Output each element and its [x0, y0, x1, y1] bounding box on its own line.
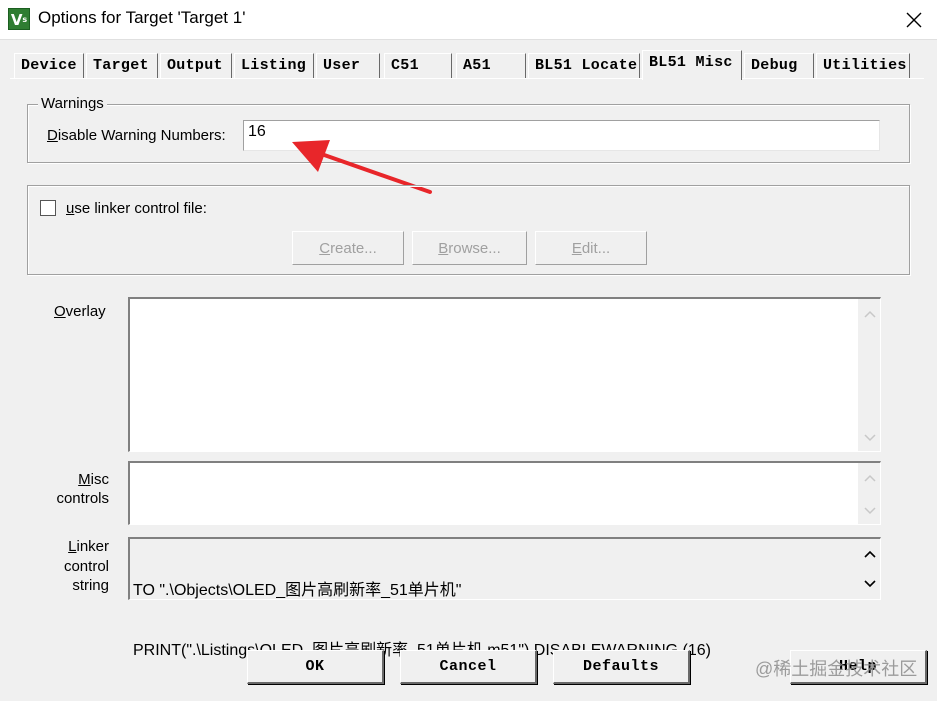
linker-scroll-down-icon[interactable] — [863, 577, 877, 591]
tab-user[interactable]: User — [316, 53, 380, 78]
overlay-textarea[interactable] — [128, 297, 881, 452]
use-linker-control-file-checkbox[interactable] — [40, 200, 56, 216]
use-linker-control-file-label: use linker control file: — [66, 200, 207, 217]
tab-output[interactable]: Output — [160, 53, 232, 78]
disable-warning-numbers-label: Disable Warning Numbers: — [47, 127, 226, 144]
misc-scroll-up-icon[interactable] — [863, 471, 877, 485]
tab-c51[interactable]: C51 — [384, 53, 452, 78]
tab-listing[interactable]: Listing — [234, 53, 314, 78]
tab-bl51-locate[interactable]: BL51 Locate — [528, 53, 640, 78]
defaults-button[interactable]: Defaults — [553, 650, 690, 684]
window-title: Options for Target 'Target 1' — [38, 8, 246, 27]
edit-button[interactable]: Edit... — [535, 231, 647, 265]
create-button[interactable]: Create... — [292, 231, 404, 265]
keil-app-icon: Vs — [8, 8, 30, 30]
linker-control-string-label: Linker control string — [63, 538, 109, 594]
tab-device[interactable]: Device — [14, 53, 84, 78]
close-button[interactable] — [891, 0, 937, 40]
browse-button[interactable]: Browse... — [412, 231, 527, 265]
tab-bl51-misc[interactable]: BL51 Misc — [642, 50, 742, 80]
tab-debug[interactable]: Debug — [744, 53, 814, 78]
misc-controls-textarea[interactable] — [128, 461, 881, 525]
misc-controls-label: Misc controls — [56, 471, 109, 507]
overlay-scroll-up-icon[interactable] — [863, 307, 877, 321]
overlay-scrollbar[interactable] — [858, 299, 880, 451]
linker-string-line-1: TO ".\Objects\OLED_图片高刷新率_51单片机" — [133, 582, 462, 599]
tab-strip: Device Target Output Listing User C51 A5… — [14, 50, 920, 80]
overlay-label: Overlay — [54, 303, 106, 320]
linker-scroll-up-icon[interactable] — [863, 547, 877, 561]
options-dialog: Vs Options for Target 'Target 1' Device … — [0, 0, 937, 697]
tab-utilities[interactable]: Utilities — [816, 53, 910, 78]
title-bar[interactable]: Vs Options for Target 'Target 1' — [0, 0, 937, 40]
warnings-group-label: Warnings — [38, 95, 107, 112]
tab-panel-edge — [10, 78, 924, 79]
overlay-scroll-down-icon[interactable] — [863, 431, 877, 445]
close-icon — [906, 12, 922, 28]
tab-target[interactable]: Target — [86, 53, 158, 78]
misc-controls-scrollbar[interactable] — [858, 463, 880, 524]
tab-a51[interactable]: A51 — [456, 53, 526, 78]
linker-control-string-textarea[interactable]: TO ".\Objects\OLED_图片高刷新率_51单片机" PRINT("… — [128, 537, 881, 659]
cancel-button[interactable]: Cancel — [400, 650, 537, 684]
help-button[interactable]: Help — [790, 650, 927, 684]
linker-string-scrollbar[interactable] — [858, 539, 880, 599]
misc-scroll-down-icon[interactable] — [863, 504, 877, 518]
ok-button[interactable]: OK — [247, 650, 384, 684]
